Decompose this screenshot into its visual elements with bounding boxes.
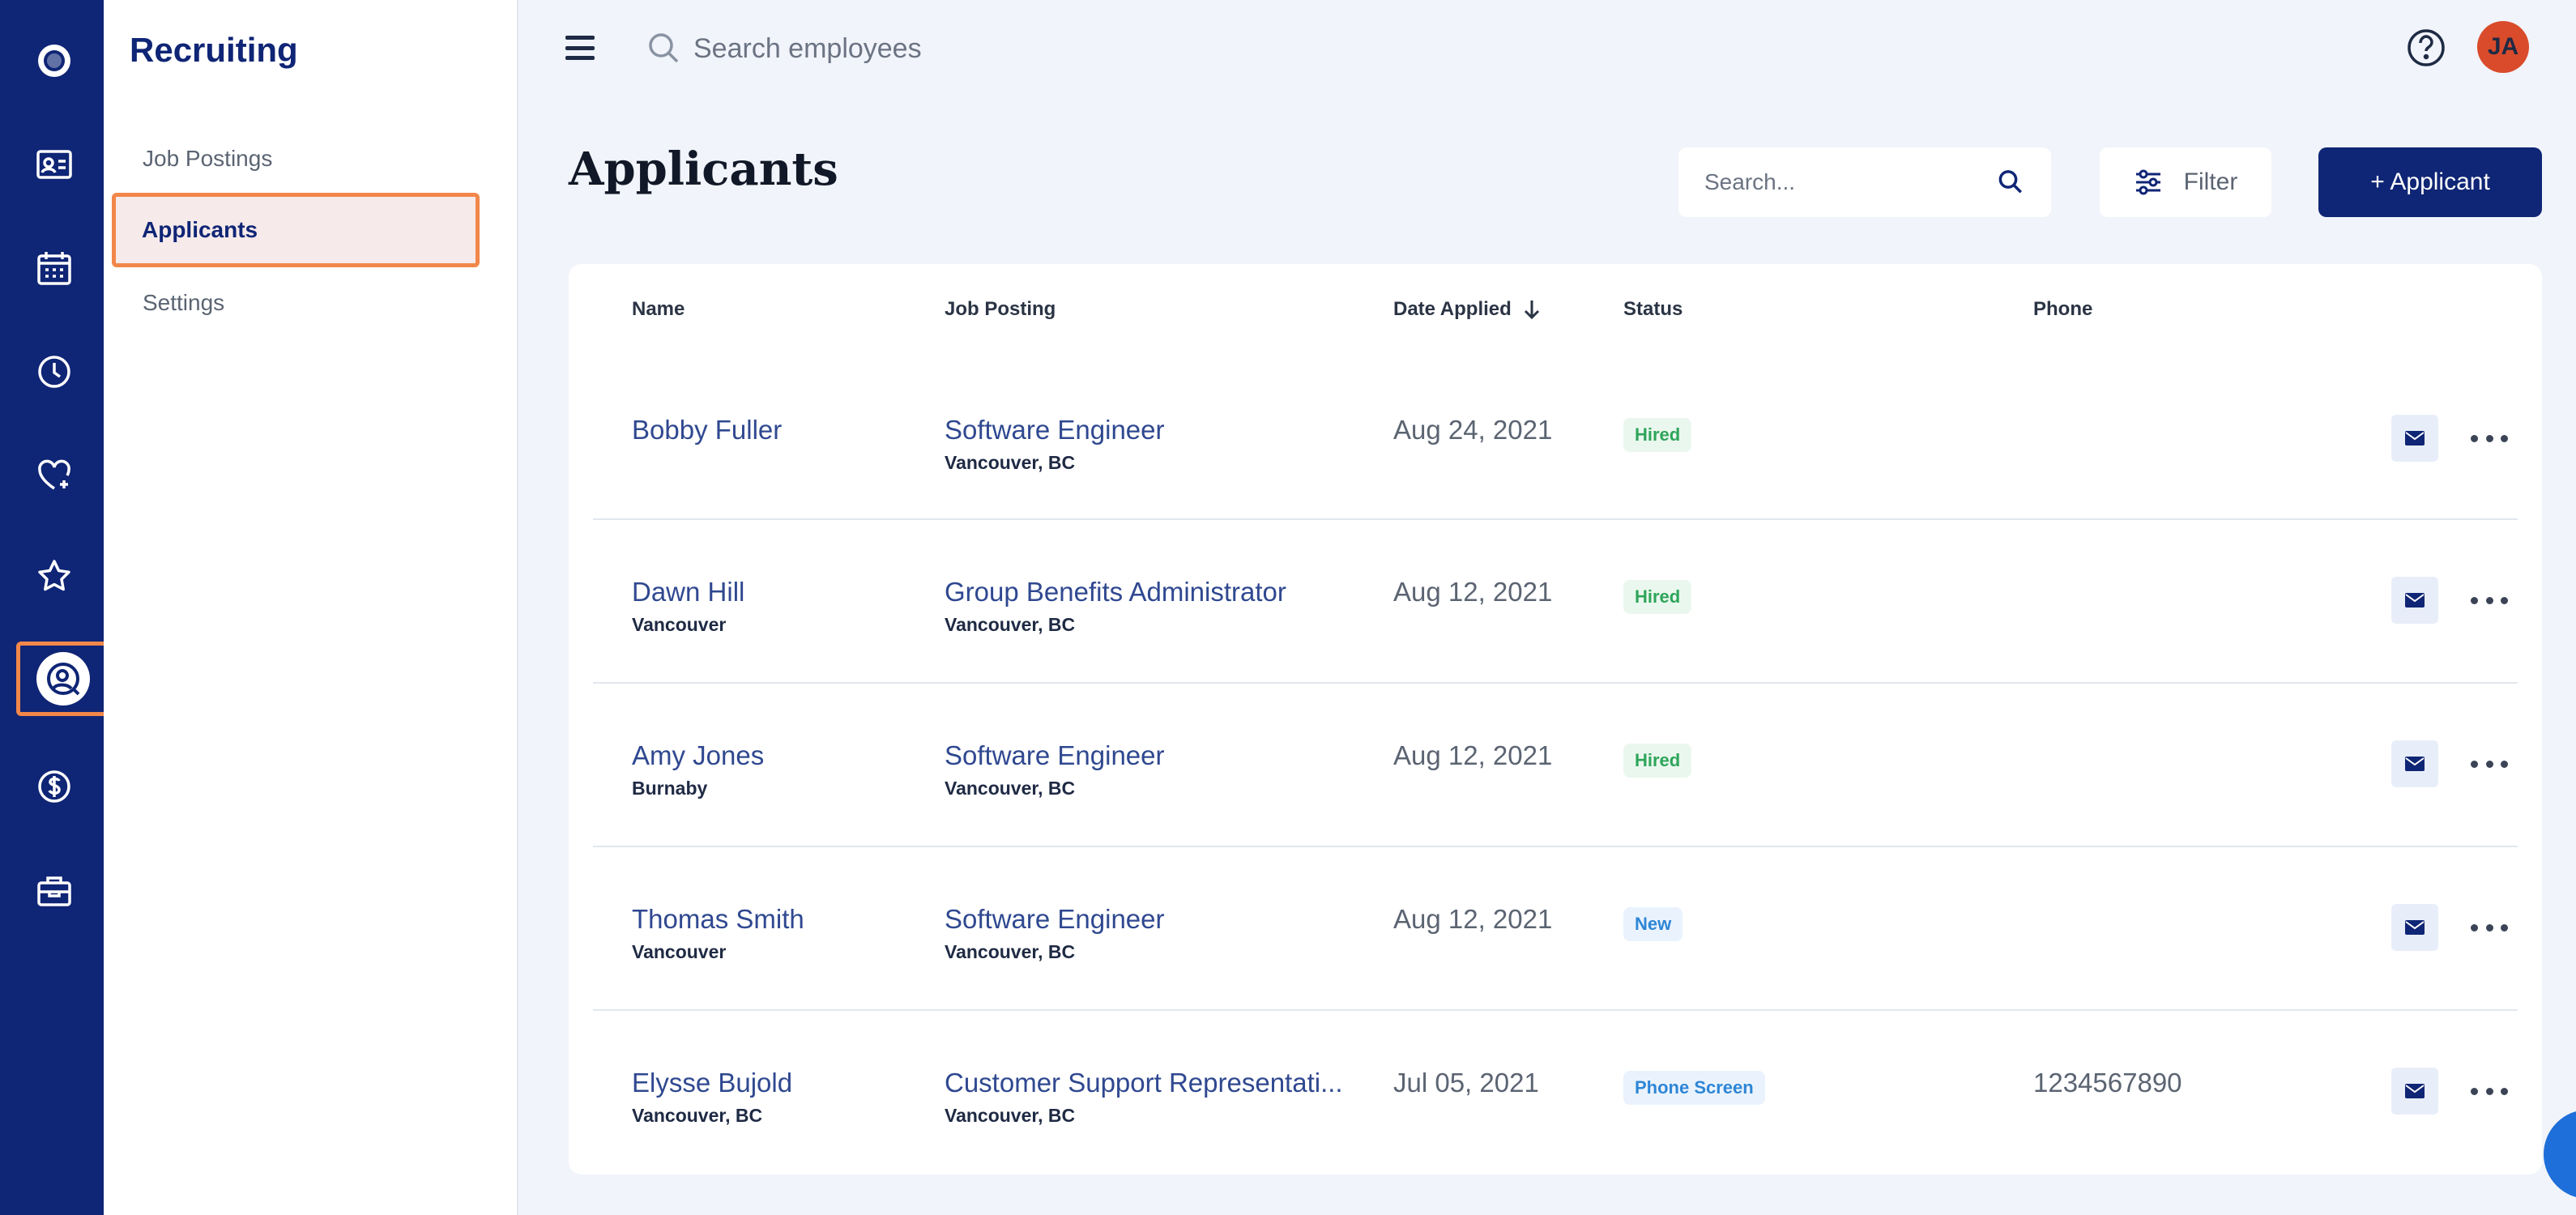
more-options-icon[interactable] [2471, 588, 2508, 612]
more-options-icon[interactable] [2471, 915, 2508, 940]
more-options-icon[interactable] [2471, 1079, 2508, 1103]
star-icon[interactable] [19, 541, 89, 611]
recruiting-subnav: Recruiting Job Postings Applicants Setti… [104, 0, 518, 1215]
applicants-table: Name Job Posting Date Applied Status Pho… [569, 264, 2542, 1174]
status-badge: Hired [1623, 744, 1692, 778]
more-options-icon[interactable] [2471, 752, 2508, 776]
date-applied: Aug 12, 2021 [1393, 577, 1553, 607]
job-posting-title[interactable]: Software Engineer [945, 904, 1165, 935]
app-rail [0, 0, 110, 1215]
clock-icon[interactable] [19, 337, 89, 407]
job-posting-title[interactable]: Software Engineer [945, 415, 1165, 446]
job-posting-location: Vancouver, BC [945, 941, 1076, 962]
date-applied: Aug 24, 2021 [1393, 415, 1553, 445]
applicant-name[interactable]: Amy Jones [632, 740, 764, 771]
top-bar: JA [518, 0, 2576, 97]
table-row[interactable]: Elysse Bujold Vancouver, BC Customer Sup… [593, 1011, 2518, 1174]
dollar-icon[interactable] [19, 752, 89, 821]
applicant-name[interactable]: Dawn Hill [632, 577, 744, 608]
table-row[interactable]: Amy Jones Burnaby Software Engineer Vanc… [593, 684, 2518, 847]
sort-descending-icon [1524, 301, 1539, 320]
column-header-name[interactable]: Name [632, 298, 685, 321]
date-applied: Jul 05, 2021 [1393, 1068, 1539, 1098]
app-logo-icon[interactable] [19, 26, 89, 96]
applicant-name[interactable]: Bobby Fuller [632, 415, 782, 446]
email-button[interactable] [2391, 415, 2438, 462]
search-icon [649, 33, 679, 63]
add-applicant-button[interactable]: + Applicant [2318, 147, 2542, 217]
id-card-icon[interactable] [19, 130, 89, 199]
table-row[interactable]: Thomas Smith Vancouver Software Engineer… [593, 847, 2518, 1011]
envelope-icon [2405, 593, 2425, 608]
applicant-location: Vancouver [632, 614, 727, 635]
table-row[interactable]: Dawn Hill Vancouver Group Benefits Admin… [593, 520, 2518, 684]
job-posting-location: Vancouver, BC [945, 614, 1076, 635]
search-icon[interactable] [1997, 166, 2025, 198]
status-badge: Phone Screen [1623, 1071, 1765, 1105]
sliders-icon [2135, 169, 2160, 195]
toolbox-icon[interactable] [19, 855, 89, 925]
subnav-title: Recruiting [130, 31, 298, 69]
email-button[interactable] [2391, 577, 2438, 624]
job-posting-title[interactable]: Group Benefits Administrator [945, 577, 1286, 608]
job-posting-location: Vancouver, BC [945, 452, 1076, 473]
status-badge: Hired [1623, 580, 1692, 614]
envelope-icon [2405, 431, 2425, 446]
applicant-search-box [1678, 147, 2051, 217]
page-title: Applicants [569, 143, 838, 196]
envelope-icon [2405, 757, 2425, 771]
job-posting-title[interactable]: Software Engineer [945, 740, 1165, 771]
applicant-name[interactable]: Elysse Bujold [632, 1068, 792, 1098]
applicant-location: Vancouver, BC [632, 1105, 763, 1126]
envelope-icon [2405, 920, 2425, 935]
email-button[interactable] [2391, 904, 2438, 951]
job-posting-title[interactable]: Customer Support Representati... [945, 1068, 1343, 1098]
applicant-location: Vancouver [632, 941, 727, 962]
status-badge: Hired [1623, 418, 1692, 452]
phone-number: 1234567890 [2033, 1068, 2182, 1098]
column-header-date-applied[interactable]: Date Applied [1393, 298, 1541, 321]
filter-button[interactable]: Filter [2100, 147, 2271, 217]
filter-button-label: Filter [2183, 168, 2238, 195]
status-badge: New [1623, 907, 1683, 941]
heart-plus-icon[interactable] [19, 441, 89, 510]
email-button[interactable] [2391, 1068, 2438, 1115]
recruiting-person-search-icon [36, 652, 90, 706]
more-options-icon[interactable] [2471, 426, 2508, 450]
job-posting-location: Vancouver, BC [945, 778, 1076, 799]
date-applied: Aug 12, 2021 [1393, 740, 1553, 770]
email-button[interactable] [2391, 740, 2438, 787]
subnav-item-job-postings[interactable]: Job Postings [143, 146, 272, 172]
table-row[interactable]: Bobby Fuller Software Engineer Vancouver… [593, 356, 2518, 520]
chat-launcher-icon[interactable] [2544, 1110, 2576, 1199]
help-icon[interactable] [2404, 26, 2448, 70]
recruiting-nav-item[interactable] [16, 642, 110, 716]
calendar-icon[interactable] [19, 233, 89, 303]
column-header-job-posting[interactable]: Job Posting [945, 298, 1056, 321]
applicant-location: Burnaby [632, 778, 708, 799]
applicant-search-input[interactable] [1704, 169, 1997, 195]
subnav-item-applicants[interactable]: Applicants [112, 193, 480, 267]
user-avatar[interactable]: JA [2477, 21, 2529, 73]
date-applied: Aug 12, 2021 [1393, 904, 1553, 934]
job-posting-location: Vancouver, BC [945, 1105, 1076, 1126]
employee-search-input[interactable] [693, 29, 1260, 68]
subnav-item-settings[interactable]: Settings [143, 290, 224, 316]
column-header-phone[interactable]: Phone [2033, 298, 2092, 321]
envelope-icon [2405, 1084, 2425, 1098]
applicant-name[interactable]: Thomas Smith [632, 904, 804, 935]
menu-icon[interactable] [565, 36, 595, 60]
column-header-status[interactable]: Status [1623, 298, 1683, 321]
